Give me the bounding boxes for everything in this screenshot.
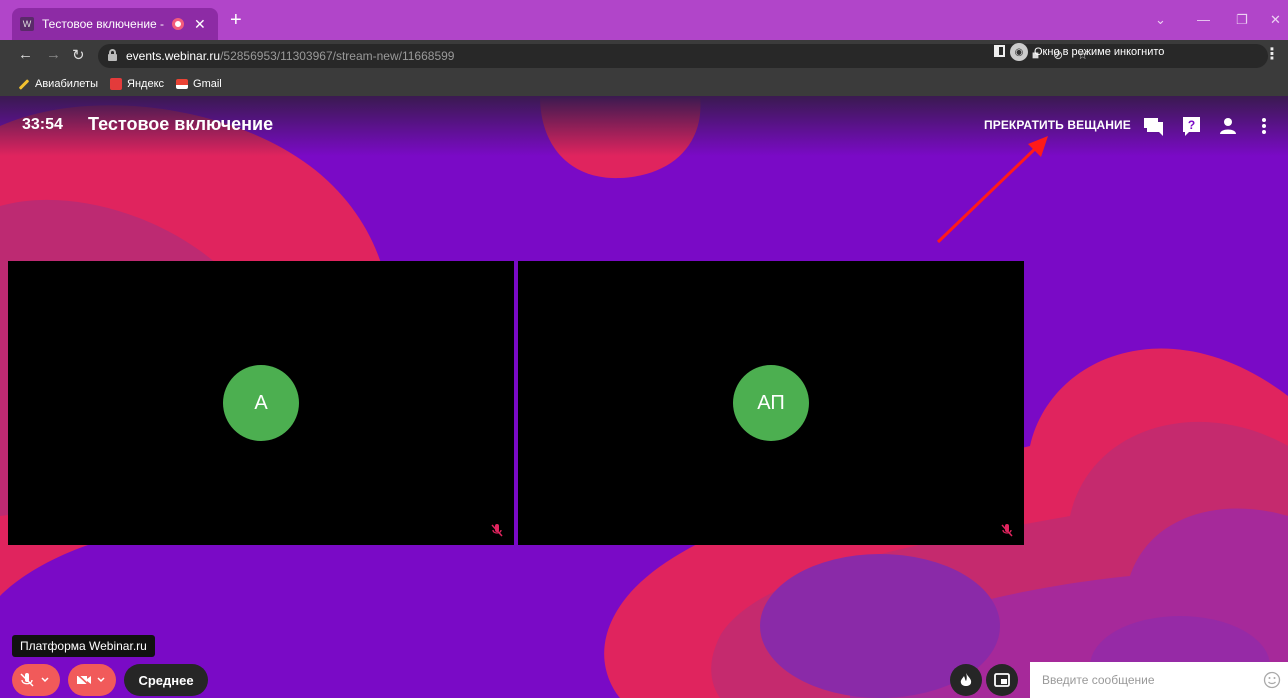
- new-tab-button[interactable]: +: [230, 10, 242, 30]
- emoji-icon[interactable]: [1263, 671, 1281, 689]
- url-host: events.webinar.ru: [126, 49, 221, 63]
- yandex-icon: [110, 78, 123, 90]
- participant-avatar: АП: [733, 365, 809, 441]
- chat-icon[interactable]: [1143, 116, 1165, 136]
- pencil-icon: [18, 78, 30, 90]
- reactions-button[interactable]: [950, 664, 982, 696]
- question-icon[interactable]: ?: [1182, 116, 1202, 136]
- restore-icon[interactable]: ❐: [1236, 12, 1248, 28]
- bookmark-label: Gmail: [193, 78, 222, 90]
- browser-tab-bar: W Тестовое включение - платформа Webinar…: [0, 0, 1288, 40]
- microphone-toggle-button[interactable]: [12, 664, 60, 696]
- chat-message-input[interactable]: [1030, 662, 1288, 698]
- bookmark-gmail[interactable]: Gmail: [176, 78, 222, 90]
- browser-tab[interactable]: W Тестовое включение - платформа Webinar…: [12, 8, 218, 40]
- tab-close-icon[interactable]: ✕: [194, 16, 206, 33]
- bookmark-label: Авиабилеты: [35, 78, 99, 90]
- webinar-favicon-icon: W: [20, 17, 34, 31]
- pip-icon: [994, 673, 1010, 687]
- webinar-stage: 33:54 Тестовое включение ПРЕКРАТИТЬ ВЕЩА…: [0, 96, 1288, 698]
- mic-off-icon: [20, 673, 49, 687]
- picture-in-picture-button[interactable]: [986, 664, 1018, 696]
- url-path: /52856953/11303967/stream-new/11668599: [220, 49, 455, 63]
- bookmark-label: Яндекс: [127, 78, 165, 90]
- tab-title: Тестовое включение - платформа Webinar.r…: [42, 17, 166, 31]
- mic-muted-icon: [1001, 524, 1013, 537]
- bookmark-yandex[interactable]: Яндекс: [110, 78, 164, 90]
- event-title: Тестовое включение: [88, 114, 274, 134]
- svg-text:?: ?: [1188, 118, 1195, 132]
- incognito-indicator[interactable]: ◉ Окно в режиме инкогнито: [1010, 43, 1164, 61]
- gmail-icon: [176, 79, 189, 89]
- recording-indicator-icon: [172, 18, 184, 30]
- platform-tooltip: Платформа Webinar.ru: [12, 635, 155, 657]
- participant-tile[interactable]: АП: [518, 261, 1024, 545]
- url-text: events.webinar.ru/52856953/11303967/stre…: [126, 49, 454, 63]
- broadcast-timer: 33:54: [22, 116, 63, 133]
- annotation-arrow-icon: [936, 136, 1048, 244]
- camera-toggle-button[interactable]: [68, 664, 116, 696]
- side-panel-icon[interactable]: [994, 45, 1005, 57]
- lock-icon: [108, 49, 117, 61]
- bookmark-aviabilety[interactable]: Авиабилеты: [18, 78, 98, 90]
- quality-button[interactable]: Среднее: [124, 664, 208, 696]
- browser-toolbar: ← → ↻ events.webinar.ru/52856953/1130396…: [0, 40, 1288, 72]
- bookmarks-bar: Авиабилеты Яндекс Gmail: [0, 72, 1288, 96]
- forward-icon[interactable]: →: [46, 46, 61, 63]
- more-options-icon[interactable]: [1260, 116, 1268, 136]
- participant-tile[interactable]: А: [8, 261, 514, 545]
- tab-search-icon[interactable]: ⌄: [1155, 12, 1166, 28]
- back-icon[interactable]: ←: [18, 46, 33, 63]
- browser-menu-icon[interactable]: ⋮: [1264, 44, 1280, 64]
- mic-muted-icon: [491, 524, 503, 537]
- participants-icon[interactable]: [1219, 116, 1237, 136]
- fire-icon: [960, 673, 972, 686]
- participant-avatar: А: [223, 365, 299, 441]
- incognito-label: Окно в режиме инкогнито: [1034, 46, 1165, 58]
- incognito-icon: ◉: [1010, 43, 1028, 61]
- camera-off-icon: [76, 673, 105, 687]
- reload-icon[interactable]: ↻: [72, 46, 85, 64]
- minimize-icon[interactable]: —: [1197, 12, 1210, 27]
- window-close-icon[interactable]: ✕: [1270, 12, 1281, 28]
